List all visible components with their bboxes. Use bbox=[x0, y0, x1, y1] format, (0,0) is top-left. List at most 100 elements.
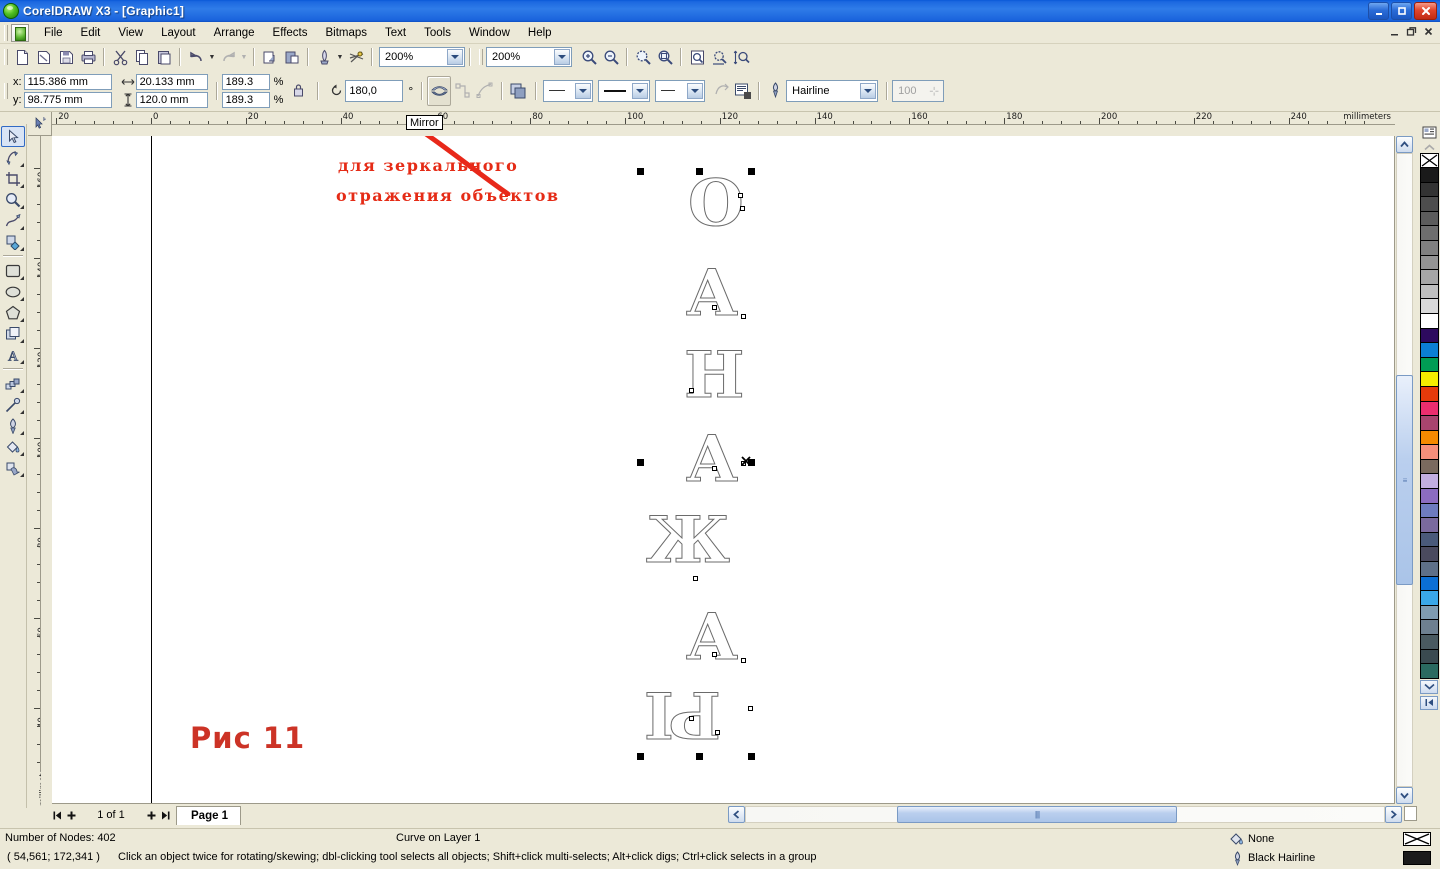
last-page-button[interactable] bbox=[158, 807, 172, 823]
scroll-right-button[interactable] bbox=[1385, 806, 1402, 823]
outline-tool-icon[interactable] bbox=[1, 415, 25, 436]
menu-file[interactable]: File bbox=[35, 25, 72, 41]
object-height-field[interactable]: 120.0 mm bbox=[135, 91, 208, 108]
menu-window[interactable]: Window bbox=[460, 25, 519, 41]
menu-bitmaps[interactable]: Bitmaps bbox=[316, 25, 376, 41]
curve-node[interactable] bbox=[740, 206, 745, 211]
horizontal-ruler[interactable]: 20 0 20 40 60 80 100 120 140 160 180 200 220 240 milli… bbox=[52, 112, 1395, 125]
scale-horizontal-field[interactable]: 189.3 bbox=[221, 73, 270, 90]
zoom-to-page-icon[interactable] bbox=[686, 46, 708, 68]
basic-shapes-tool-icon[interactable] bbox=[1, 323, 25, 344]
minimize-button[interactable] bbox=[1368, 2, 1389, 20]
letter-object-6[interactable]: Ы bbox=[644, 680, 722, 756]
zoom-to-selection-icon[interactable] bbox=[632, 46, 654, 68]
scroll-down-button[interactable] bbox=[1396, 787, 1413, 804]
menu-view[interactable]: View bbox=[109, 25, 152, 41]
undo-dropdown-icon[interactable]: ▼ bbox=[207, 46, 217, 68]
document-icon[interactable] bbox=[11, 23, 29, 42]
interactive-blend-tool-icon[interactable] bbox=[1, 373, 25, 394]
palette-swatch[interactable] bbox=[1419, 430, 1439, 446]
curve-node[interactable] bbox=[715, 730, 720, 735]
palette-swatch[interactable] bbox=[1419, 635, 1439, 650]
palette-swatch[interactable] bbox=[1419, 503, 1439, 519]
menu-help[interactable]: Help bbox=[519, 25, 561, 41]
palette-swatch[interactable] bbox=[1419, 357, 1439, 373]
flyout-arrow-icon-8[interactable] bbox=[20, 318, 24, 322]
curve-node[interactable] bbox=[712, 466, 717, 471]
selection-handle-bl[interactable] bbox=[637, 753, 644, 760]
ruler-origin-button[interactable] bbox=[28, 112, 52, 136]
letter-object-1[interactable]: А bbox=[685, 261, 738, 326]
zoom-level-combo[interactable]: 200% bbox=[379, 47, 465, 67]
flyout-arrow-icon-13[interactable] bbox=[20, 431, 24, 435]
palette-swatch[interactable] bbox=[1419, 562, 1439, 577]
zoom-out-icon[interactable] bbox=[600, 46, 622, 68]
shape-tool-icon[interactable] bbox=[1, 147, 25, 168]
curve-node[interactable] bbox=[748, 706, 753, 711]
flyout-arrow-icon-2[interactable] bbox=[20, 184, 24, 188]
maximize-button[interactable] bbox=[1391, 2, 1412, 20]
palette-swatch-none[interactable] bbox=[1419, 153, 1439, 168]
paste-icon[interactable] bbox=[153, 46, 175, 68]
outline-pen-icon[interactable] bbox=[764, 80, 786, 102]
corel-online-icon[interactable] bbox=[345, 46, 367, 68]
pick-tool-icon[interactable] bbox=[1, 126, 25, 147]
copy-icon[interactable] bbox=[131, 46, 153, 68]
zoom-tool-icon[interactable] bbox=[1, 189, 25, 210]
scale-vertical-field[interactable]: 189.3 bbox=[221, 91, 270, 108]
save-icon[interactable] bbox=[55, 46, 77, 68]
zoom-level-combo-2[interactable]: 200% bbox=[486, 47, 572, 67]
palette-swatch[interactable] bbox=[1419, 313, 1439, 329]
selection-handle-tr[interactable] bbox=[748, 168, 755, 175]
application-launcher-dropdown-icon[interactable]: ▼ bbox=[335, 46, 345, 68]
text-tool-icon[interactable]: A bbox=[1, 344, 25, 365]
add-page-after-button[interactable] bbox=[144, 807, 158, 823]
menu-arrange[interactable]: Arrange bbox=[205, 25, 264, 41]
palette-swatch[interactable] bbox=[1419, 547, 1439, 563]
mdi-restore-button[interactable] bbox=[1403, 24, 1419, 39]
palette-swatch[interactable] bbox=[1419, 372, 1439, 387]
flyout-arrow-icon-11[interactable] bbox=[20, 389, 24, 393]
redo-icon[interactable] bbox=[217, 46, 239, 68]
menu-layout[interactable]: Layout bbox=[152, 25, 205, 41]
curve-node[interactable] bbox=[741, 658, 746, 663]
letter-object-3[interactable]: А bbox=[685, 427, 738, 492]
zoom-in-icon[interactable] bbox=[578, 46, 600, 68]
smart-fill-tool-icon[interactable] bbox=[1, 231, 25, 252]
outline-width-combo[interactable] bbox=[598, 79, 651, 102]
curve-node[interactable] bbox=[738, 193, 743, 198]
x-position-field[interactable]: 115.386 mm bbox=[23, 73, 112, 90]
flyout-arrow-icon-9[interactable] bbox=[20, 339, 24, 343]
palette-swatch[interactable] bbox=[1419, 240, 1439, 256]
palette-swatch[interactable] bbox=[1419, 343, 1439, 358]
menu-edit[interactable]: Edit bbox=[72, 25, 110, 41]
palette-swatch[interactable] bbox=[1419, 605, 1439, 621]
open-icon[interactable] bbox=[33, 46, 55, 68]
palette-swatch[interactable] bbox=[1419, 328, 1439, 344]
curve-node[interactable] bbox=[741, 314, 746, 319]
horizontal-scrollbar-thumb[interactable]: |||| bbox=[897, 806, 1177, 823]
palette-swatch[interactable] bbox=[1419, 576, 1439, 592]
interactive-fill-tool-icon[interactable] bbox=[1, 457, 25, 478]
y-position-field[interactable]: 98.775 mm bbox=[23, 91, 112, 108]
palette-scroll-down-button[interactable] bbox=[1420, 679, 1438, 694]
application-launcher-icon[interactable] bbox=[313, 46, 335, 68]
flyout-arrow-icon-6[interactable] bbox=[20, 276, 24, 280]
palette-options-button[interactable] bbox=[1420, 124, 1438, 140]
zoom-to-page-height-icon[interactable] bbox=[730, 46, 752, 68]
flyout-arrow-icon-14[interactable] bbox=[20, 452, 24, 456]
curve-node[interactable] bbox=[689, 388, 694, 393]
fill-tool-icon[interactable] bbox=[1, 436, 25, 457]
arrow-style-chevron-icon[interactable] bbox=[687, 82, 704, 99]
drawing-canvas[interactable]: для зеркального отражения объектов Рис 1… bbox=[52, 136, 1395, 804]
flyout-arrow-icon-5[interactable] bbox=[20, 247, 24, 251]
scroll-up-button[interactable] bbox=[1396, 136, 1413, 153]
add-page-before-button[interactable] bbox=[64, 807, 78, 823]
text-wrap-options-icon[interactable] bbox=[732, 80, 754, 102]
mdi-close-button[interactable] bbox=[1420, 24, 1436, 39]
cut-icon[interactable] bbox=[109, 46, 131, 68]
palette-swatch[interactable] bbox=[1419, 474, 1439, 490]
outline-width-chevron-icon[interactable] bbox=[632, 82, 649, 99]
letter-object-4[interactable]: Ж bbox=[646, 508, 731, 573]
zoom-to-page-width-icon[interactable] bbox=[708, 46, 730, 68]
